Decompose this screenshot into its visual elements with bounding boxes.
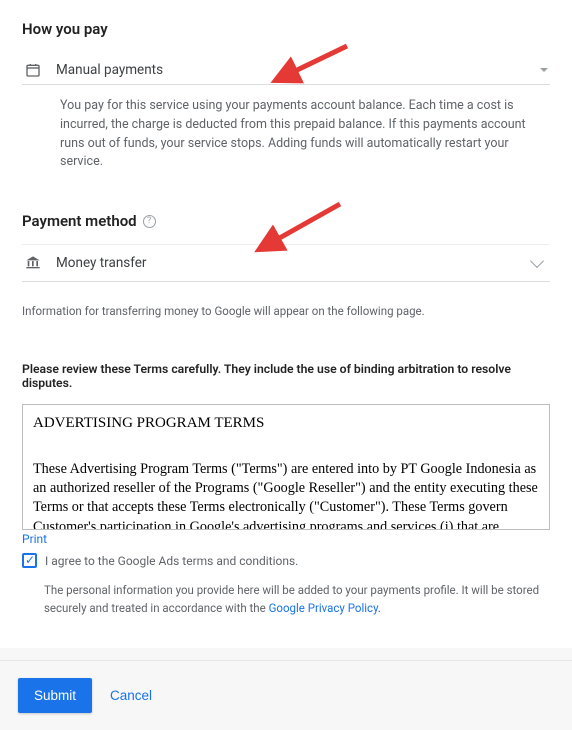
cancel-button[interactable]: Cancel (110, 688, 152, 703)
settings-panel: How you pay Manual payments You pay for … (0, 0, 572, 648)
agree-checkbox[interactable] (22, 553, 37, 568)
print-link[interactable]: Print (22, 532, 47, 546)
chevron-down-icon (530, 254, 544, 268)
privacy-policy-link[interactable]: Google Privacy Policy (269, 601, 378, 615)
payment-method-header: Payment method ? (22, 212, 550, 230)
terms-box[interactable]: ADVERTISING PROGRAM TERMS These Advertis… (22, 404, 550, 530)
how-you-pay-value: Manual payments (56, 62, 526, 78)
chevron-down-icon (540, 68, 548, 72)
personal-text-after: . (378, 601, 381, 615)
payment-method-selector[interactable]: Money transfer (22, 244, 550, 282)
payment-method-title: Payment method (22, 212, 137, 230)
terms-body: These Advertising Program Terms ("Terms"… (33, 460, 539, 530)
how-you-pay-title: How you pay (22, 20, 550, 38)
transfer-note: Information for transferring money to Go… (22, 304, 550, 318)
submit-button[interactable]: Submit (18, 678, 92, 713)
payment-method-value: Money transfer (56, 255, 518, 271)
agree-label: I agree to the Google Ads terms and cond… (45, 554, 298, 568)
bank-icon (24, 255, 42, 271)
footer-actions: Submit Cancel (0, 660, 572, 730)
help-icon[interactable]: ? (143, 215, 156, 228)
personal-info-note: The personal information you provide her… (44, 582, 550, 618)
calendar-icon (24, 62, 42, 78)
how-you-pay-selector[interactable]: Manual payments (22, 56, 550, 85)
how-you-pay-description: You pay for this service using your paym… (60, 97, 550, 172)
agree-row: I agree to the Google Ads terms and cond… (22, 553, 550, 568)
terms-heading: ADVERTISING PROGRAM TERMS (33, 415, 539, 432)
terms-review-note: Please review these Terms carefully. The… (22, 362, 550, 390)
